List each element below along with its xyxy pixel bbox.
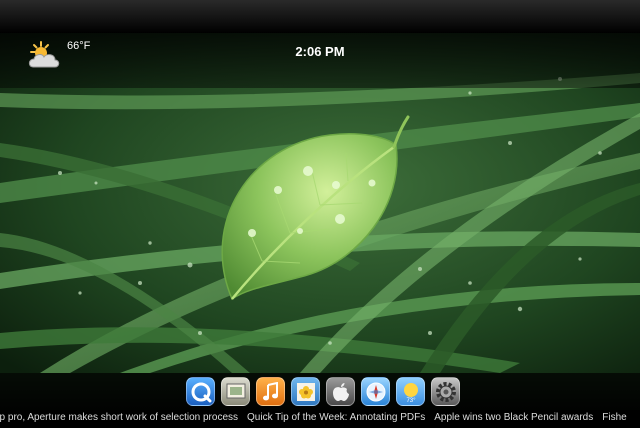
clock-time: 2:06 PM bbox=[295, 44, 345, 59]
ticker-items: op pro, Aperture makes short work of sel… bbox=[0, 412, 636, 423]
ticker-item[interactable]: Fishe bbox=[602, 412, 626, 423]
top-bezel bbox=[0, 0, 640, 33]
status-bar bbox=[0, 33, 640, 88]
ticker-item[interactable]: Quick Tip of the Week: Annotating PDFs bbox=[247, 412, 425, 423]
ticker-item[interactable]: Apple wins two Black Pencil awards bbox=[434, 412, 593, 423]
dock: 73° bbox=[186, 377, 460, 408]
settings-gear-icon[interactable] bbox=[431, 377, 460, 406]
news-ticker[interactable]: op pro, Aperture makes short work of sel… bbox=[0, 410, 640, 428]
weather-sun-icon[interactable]: 73° bbox=[396, 377, 425, 406]
desktop-screen: 66°F 2:06 PM 73° op pro, Aperture makes … bbox=[0, 0, 640, 428]
music-note-icon[interactable] bbox=[256, 377, 285, 406]
ticker-item[interactable]: op pro, Aperture makes short work of sel… bbox=[0, 412, 238, 423]
safari-compass-icon[interactable] bbox=[361, 377, 390, 406]
apple-icon[interactable] bbox=[326, 377, 355, 406]
svg-text:73°: 73° bbox=[406, 398, 416, 404]
iphoto-icon[interactable] bbox=[291, 377, 320, 406]
preview-app-icon[interactable] bbox=[221, 377, 250, 406]
quicktime-icon[interactable] bbox=[186, 377, 215, 406]
